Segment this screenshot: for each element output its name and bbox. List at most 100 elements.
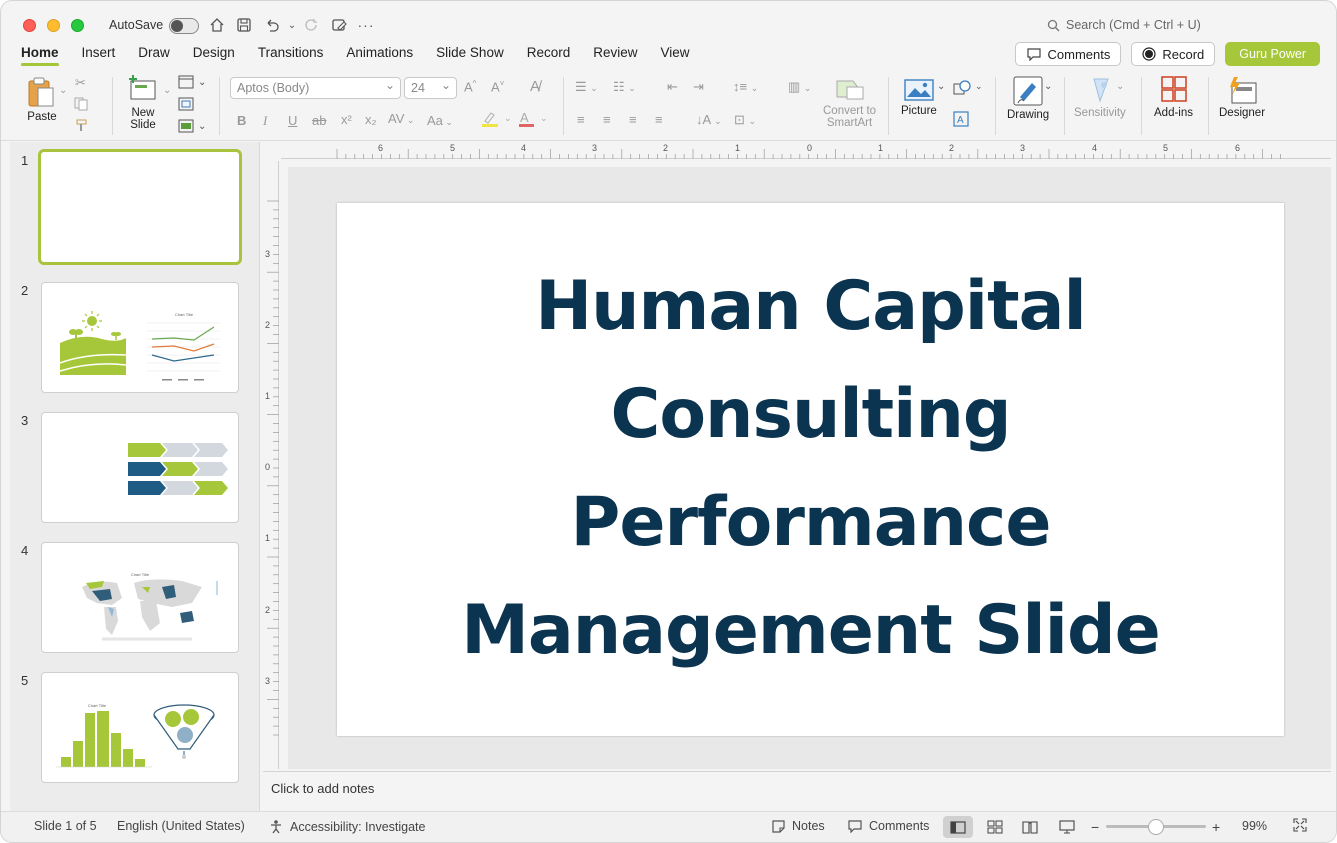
subscript-icon[interactable]: x₂	[365, 112, 377, 127]
tab-insert[interactable]: Insert	[82, 43, 116, 66]
superscript-icon[interactable]: x²	[341, 112, 352, 127]
tab-slide-show[interactable]: Slide Show	[436, 43, 504, 66]
font-name-dropdown[interactable]: Aptos (Body)	[230, 77, 401, 99]
strikethrough-icon[interactable]: ab	[312, 113, 326, 128]
format-painter-icon[interactable]	[75, 119, 89, 136]
search-box[interactable]: Search (Cmd + Ctrl + U)	[1047, 18, 1201, 32]
notes-toggle-button[interactable]: Notes	[771, 819, 825, 833]
character-spacing-icon[interactable]: AV ⌄	[388, 111, 414, 126]
undo-icon[interactable]	[262, 15, 282, 35]
tab-view[interactable]: View	[661, 43, 690, 66]
current-slide[interactable]: Human Capital Consulting Performance Man…	[337, 203, 1284, 736]
tab-review[interactable]: Review	[593, 43, 637, 66]
bullets-icon[interactable]: ☰ ⌄	[575, 79, 598, 95]
drawing-icon	[1013, 76, 1043, 106]
tab-home[interactable]: Home	[21, 43, 59, 66]
drawing-button[interactable]: Drawing	[1007, 75, 1049, 121]
bold-icon[interactable]: B	[237, 113, 246, 128]
slide-thumbnail-2[interactable]: Chart Title	[41, 282, 239, 393]
designer-button[interactable]: Designer	[1219, 75, 1265, 119]
zoom-level[interactable]: 99%	[1242, 819, 1267, 833]
layout-icon[interactable]	[178, 75, 194, 92]
line-spacing-icon[interactable]: ↕≡ ⌄	[733, 79, 758, 94]
tab-draw[interactable]: Draw	[138, 43, 170, 66]
redo-icon[interactable]	[302, 15, 322, 35]
presenter-icon[interactable]	[329, 15, 349, 35]
picture-dropdown-icon[interactable]: ⌄	[937, 81, 945, 92]
guru-power-button[interactable]: Guru Power	[1225, 42, 1320, 66]
notes-pane[interactable]: Click to add notes	[263, 771, 1331, 809]
tab-transitions[interactable]: Transitions	[258, 43, 324, 66]
save-icon[interactable]	[234, 15, 254, 35]
layout-dropdown-icon[interactable]: ⌄	[198, 77, 206, 88]
paste-dropdown-icon[interactable]: ⌄	[59, 85, 67, 96]
align-center-icon[interactable]: ≡	[603, 112, 611, 127]
convert-smartart-button[interactable]: Convert to SmartArt	[823, 77, 876, 129]
undo-dropdown-icon[interactable]: ⌄	[282, 15, 302, 35]
new-slide-button[interactable]: New Slide	[127, 75, 159, 131]
font-color-icon[interactable]: A ⌄	[518, 110, 552, 130]
section-icon[interactable]	[178, 119, 194, 136]
accessibility-status[interactable]: Accessibility: Investigate	[269, 819, 425, 834]
zoom-in-icon[interactable]: +	[1212, 819, 1220, 835]
decrease-indent-icon[interactable]: ⇤	[667, 79, 678, 95]
slide-title[interactable]: Human Capital Consulting Performance Man…	[337, 253, 1284, 685]
slide-thumbnail-1[interactable]	[38, 149, 242, 265]
cut-icon[interactable]: ✂	[75, 75, 86, 91]
slide-thumbnail-5[interactable]: Chart Title	[41, 672, 239, 783]
comments-button[interactable]: Comments	[1014, 42, 1122, 66]
underline-icon[interactable]: U	[288, 113, 297, 128]
normal-view-button[interactable]	[943, 816, 973, 838]
tab-animations[interactable]: Animations	[346, 43, 413, 66]
zoom-slider-thumb[interactable]	[1148, 819, 1164, 835]
align-right-icon[interactable]: ≡	[629, 112, 637, 127]
decrease-font-icon[interactable]: A˅	[491, 79, 504, 94]
increase-indent-icon[interactable]: ⇥	[693, 79, 704, 95]
slide-sorter-button[interactable]	[980, 816, 1010, 838]
textbox-icon[interactable]: A	[953, 111, 969, 130]
slide-number: 4	[21, 543, 29, 558]
sensitivity-dropdown-icon[interactable]: ⌄	[1116, 81, 1124, 92]
font-size-dropdown[interactable]: 24	[404, 77, 457, 99]
new-slide-dropdown-icon[interactable]: ⌄	[163, 85, 171, 96]
justify-icon[interactable]: ≡	[655, 112, 663, 127]
language-status[interactable]: English (United States)	[117, 819, 245, 833]
change-case-icon[interactable]: Aa ⌄	[427, 113, 453, 128]
tab-design[interactable]: Design	[193, 43, 235, 66]
columns-icon[interactable]: ▥ ⌄	[788, 79, 811, 95]
window-controls	[23, 19, 84, 32]
close-window-button[interactable]	[23, 19, 36, 32]
record-button[interactable]: Record	[1131, 42, 1216, 66]
picture-button[interactable]: Picture	[901, 77, 937, 117]
more-icon[interactable]: ···	[356, 15, 376, 35]
reading-view-button[interactable]	[1015, 816, 1045, 838]
zoom-out-icon[interactable]: −	[1091, 819, 1099, 835]
drawing-dropdown-icon[interactable]: ⌄	[1044, 81, 1052, 92]
numbering-icon[interactable]: ☷ ⌄	[613, 79, 636, 95]
italic-icon[interactable]: I	[263, 113, 267, 129]
minimize-window-button[interactable]	[47, 19, 60, 32]
highlight-icon[interactable]: ⌄	[481, 111, 515, 130]
section-dropdown-icon[interactable]: ⌄	[198, 121, 206, 132]
home-icon[interactable]	[207, 15, 227, 35]
reset-icon[interactable]	[178, 97, 194, 114]
copy-icon[interactable]	[74, 97, 90, 114]
fit-to-window-icon[interactable]	[1292, 817, 1308, 833]
align-left-icon[interactable]: ≡	[577, 112, 585, 127]
clear-format-icon[interactable]: A̸	[530, 78, 540, 95]
presenter-view-button[interactable]	[1052, 816, 1082, 838]
increase-font-icon[interactable]: A^	[464, 79, 476, 94]
slide-thumbnail-3[interactable]	[41, 412, 239, 523]
addins-button[interactable]: Add-ins	[1154, 75, 1193, 119]
shapes-icon[interactable]: ⌄	[953, 79, 983, 100]
comments-toggle-button[interactable]: Comments	[847, 819, 929, 833]
autosave-toggle[interactable]	[169, 18, 199, 34]
ribbon-separator	[888, 77, 889, 135]
tab-record[interactable]: Record	[527, 43, 571, 66]
slide-thumbnail-4[interactable]: Chart Title	[41, 542, 239, 653]
paste-button[interactable]: Paste	[25, 75, 59, 123]
align-text-icon[interactable]: ⊡ ⌄	[734, 112, 756, 128]
text-direction-icon[interactable]: ↓A ⌄	[696, 112, 722, 127]
slide-thumbnail-panel[interactable]: 1 2 Chart Title 3 4 Chart Title 5 Chart …	[10, 142, 260, 811]
zoom-window-button[interactable]	[71, 19, 84, 32]
